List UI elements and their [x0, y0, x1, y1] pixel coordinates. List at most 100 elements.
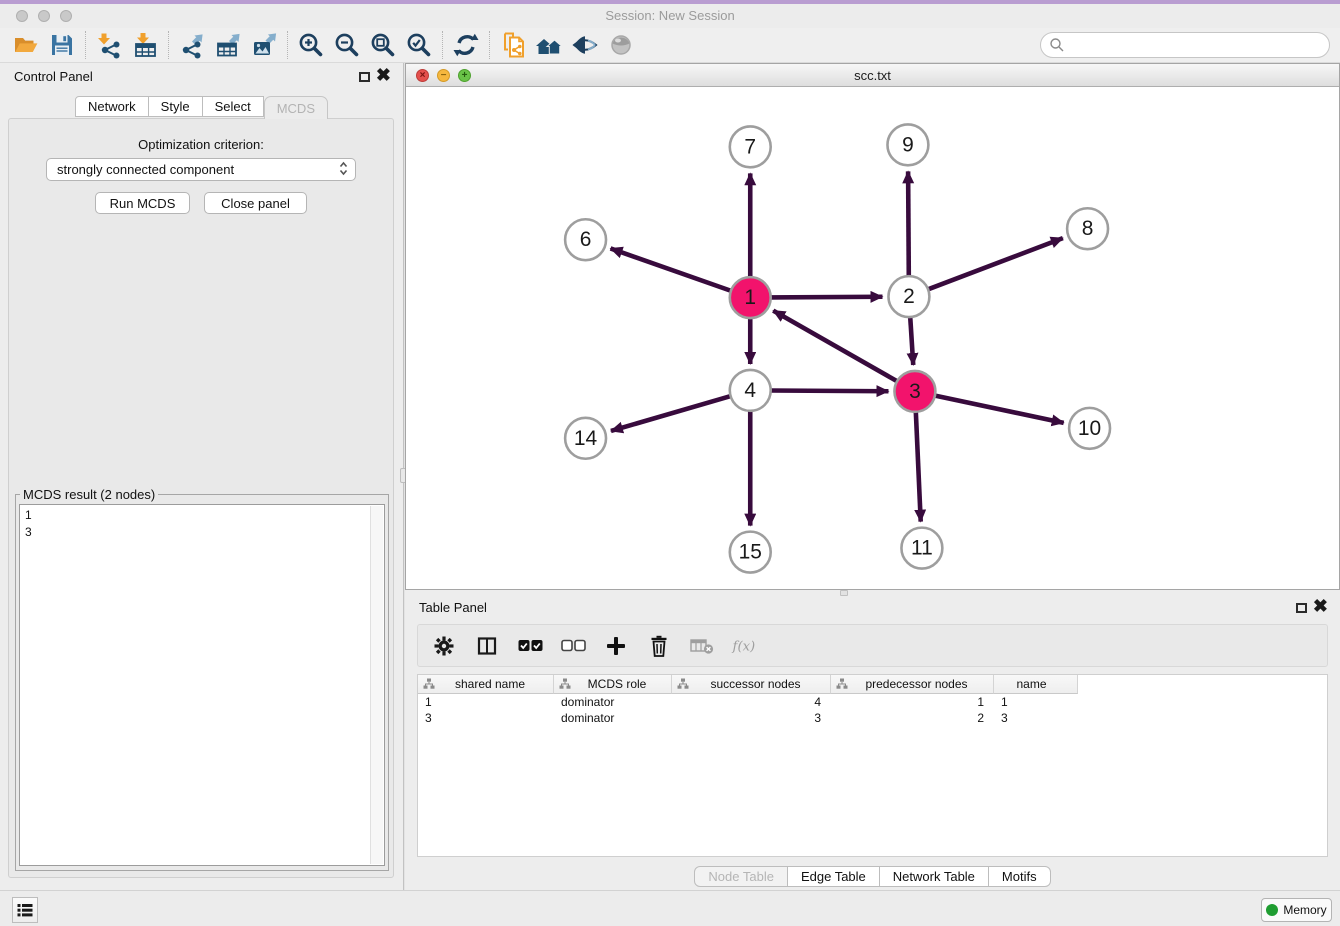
cell-successor-nodes[interactable]: 4 — [672, 694, 831, 710]
task-history-button[interactable] — [12, 897, 38, 923]
trash-icon — [649, 635, 669, 657]
tab-mcds[interactable]: MCDS — [264, 96, 328, 119]
search-icon — [1049, 37, 1065, 53]
show-graphics-details-button[interactable] — [567, 30, 603, 60]
float-panel-icon[interactable] — [359, 72, 370, 82]
mcds-result-text: 1 3 — [25, 507, 32, 541]
open-session-button[interactable] — [8, 30, 44, 60]
function-builder-button[interactable]: f(x) — [731, 631, 759, 661]
graph-node-label: 4 — [744, 379, 756, 402]
column-header-successor-nodes[interactable]: successor nodes — [672, 675, 831, 694]
splitter-grip[interactable] — [840, 590, 848, 596]
graph-edge-4-14[interactable] — [611, 396, 732, 431]
table-settings-button[interactable] — [430, 631, 458, 661]
criterion-select[interactable]: strongly connected component — [46, 158, 356, 181]
run-mcds-button[interactable]: Run MCDS — [95, 192, 190, 214]
tab-network-table[interactable]: Network Table — [880, 866, 989, 887]
export-table-button[interactable] — [210, 30, 246, 60]
search-box — [1040, 32, 1330, 58]
tab-motifs[interactable]: Motifs — [989, 866, 1051, 887]
mcds-result-group: MCDS result (2 nodes) 1 3 — [15, 487, 389, 871]
graph-edge-3-10[interactable] — [934, 395, 1064, 422]
zoom-out-button[interactable] — [329, 30, 365, 60]
graph-edge-2-8[interactable] — [927, 238, 1063, 290]
zoom-fit-button[interactable] — [365, 30, 401, 60]
delete-table-button[interactable] — [688, 631, 716, 661]
table-select-all-button[interactable] — [516, 631, 544, 661]
horizontal-splitter[interactable] — [405, 590, 1340, 597]
graph-node-label: 2 — [903, 285, 915, 308]
close-panel-button[interactable]: Close panel — [204, 192, 307, 214]
table-row[interactable]: 3 dominator 3 2 3 — [418, 710, 1327, 726]
import-network-button[interactable] — [91, 30, 127, 60]
export-table-icon — [214, 31, 242, 59]
cell-predecessor-nodes[interactable]: 1 — [831, 694, 994, 710]
zoom-selected-button[interactable] — [401, 30, 437, 60]
graph-edge-1-6[interactable] — [611, 248, 732, 291]
save-icon — [48, 31, 76, 59]
zoom-in-button[interactable] — [293, 30, 329, 60]
birds-eye-view-button[interactable] — [603, 30, 639, 60]
graph-edge-2-9[interactable] — [908, 171, 909, 277]
graph-edge-2-3[interactable] — [910, 316, 913, 365]
table-column-view-button[interactable] — [473, 631, 501, 661]
zoom-selected-icon — [405, 31, 433, 59]
optimization-criterion-label: Optimization criterion: — [9, 137, 393, 152]
attribute-icon — [559, 678, 571, 690]
mcds-result-area[interactable]: 1 3 — [19, 504, 385, 866]
export-network-icon — [178, 31, 206, 59]
column-header-mcds-role[interactable]: MCDS role — [554, 675, 672, 694]
column-header-shared-name[interactable]: shared name — [418, 675, 554, 694]
cell-shared-name[interactable]: 1 — [418, 694, 554, 710]
graph-edge-3-11[interactable] — [916, 411, 921, 522]
memory-label: Memory — [1283, 903, 1326, 917]
graph-edge-3-1[interactable] — [773, 311, 898, 382]
network-view-window: × − + scc.txt 7968124314101511 — [405, 63, 1340, 590]
cell-mcds-role[interactable]: dominator — [554, 710, 672, 726]
graph-node-label: 1 — [744, 286, 756, 309]
new-network-from-selection-button[interactable] — [495, 30, 531, 60]
delete-column-button[interactable] — [645, 631, 673, 661]
result-scrollbar[interactable] — [370, 506, 383, 864]
apply-layout-button[interactable] — [448, 30, 484, 60]
network-window-titlebar[interactable]: × − + scc.txt — [406, 64, 1339, 87]
table-row[interactable]: 1 dominator 4 1 1 — [418, 694, 1327, 710]
network-canvas[interactable]: 7968124314101511 — [406, 88, 1339, 589]
memory-button[interactable]: Memory — [1261, 898, 1332, 922]
toolbar-separator — [442, 31, 443, 59]
cell-shared-name[interactable]: 3 — [418, 710, 554, 726]
graph-canvas[interactable]: 7968124314101511 — [406, 88, 1339, 589]
graph-node-label: 15 — [739, 541, 762, 564]
add-column-button[interactable] — [602, 631, 630, 661]
export-image-button[interactable] — [246, 30, 282, 60]
close-panel-icon[interactable]: ✖ — [1313, 596, 1328, 616]
graph-edge-1-2[interactable] — [770, 297, 883, 298]
close-panel-icon[interactable]: ✖ — [376, 65, 391, 85]
table-toolbar: f(x) — [417, 624, 1328, 667]
tab-node-table[interactable]: Node Table — [694, 866, 788, 887]
tab-select[interactable]: Select — [203, 96, 264, 117]
cell-name[interactable]: 3 — [994, 710, 1078, 726]
column-header-predecessor-nodes[interactable]: predecessor nodes — [831, 675, 994, 694]
search-input[interactable] — [1065, 35, 1329, 55]
graph-edge-4-3[interactable] — [770, 391, 889, 392]
cell-predecessor-nodes[interactable]: 2 — [831, 710, 994, 726]
refresh-icon — [452, 31, 480, 59]
tab-style[interactable]: Style — [149, 96, 203, 117]
plus-icon — [606, 636, 626, 656]
toolbar-separator — [168, 31, 169, 59]
cell-mcds-role[interactable]: dominator — [554, 694, 672, 710]
column-header-name[interactable]: name — [994, 675, 1078, 694]
cell-successor-nodes[interactable]: 3 — [672, 710, 831, 726]
node-table[interactable]: shared name MCDS role successor nodes pr… — [417, 674, 1328, 857]
import-table-button[interactable] — [127, 30, 163, 60]
float-panel-icon[interactable] — [1296, 603, 1307, 613]
cell-name[interactable]: 1 — [994, 694, 1078, 710]
table-deselect-all-button[interactable] — [559, 631, 587, 661]
home-button[interactable] — [531, 30, 567, 60]
export-network-button[interactable] — [174, 30, 210, 60]
titlebar: Session: New Session — [0, 4, 1340, 28]
tab-edge-table[interactable]: Edge Table — [788, 866, 880, 887]
save-session-button[interactable] — [44, 30, 80, 60]
tab-network[interactable]: Network — [75, 96, 149, 117]
